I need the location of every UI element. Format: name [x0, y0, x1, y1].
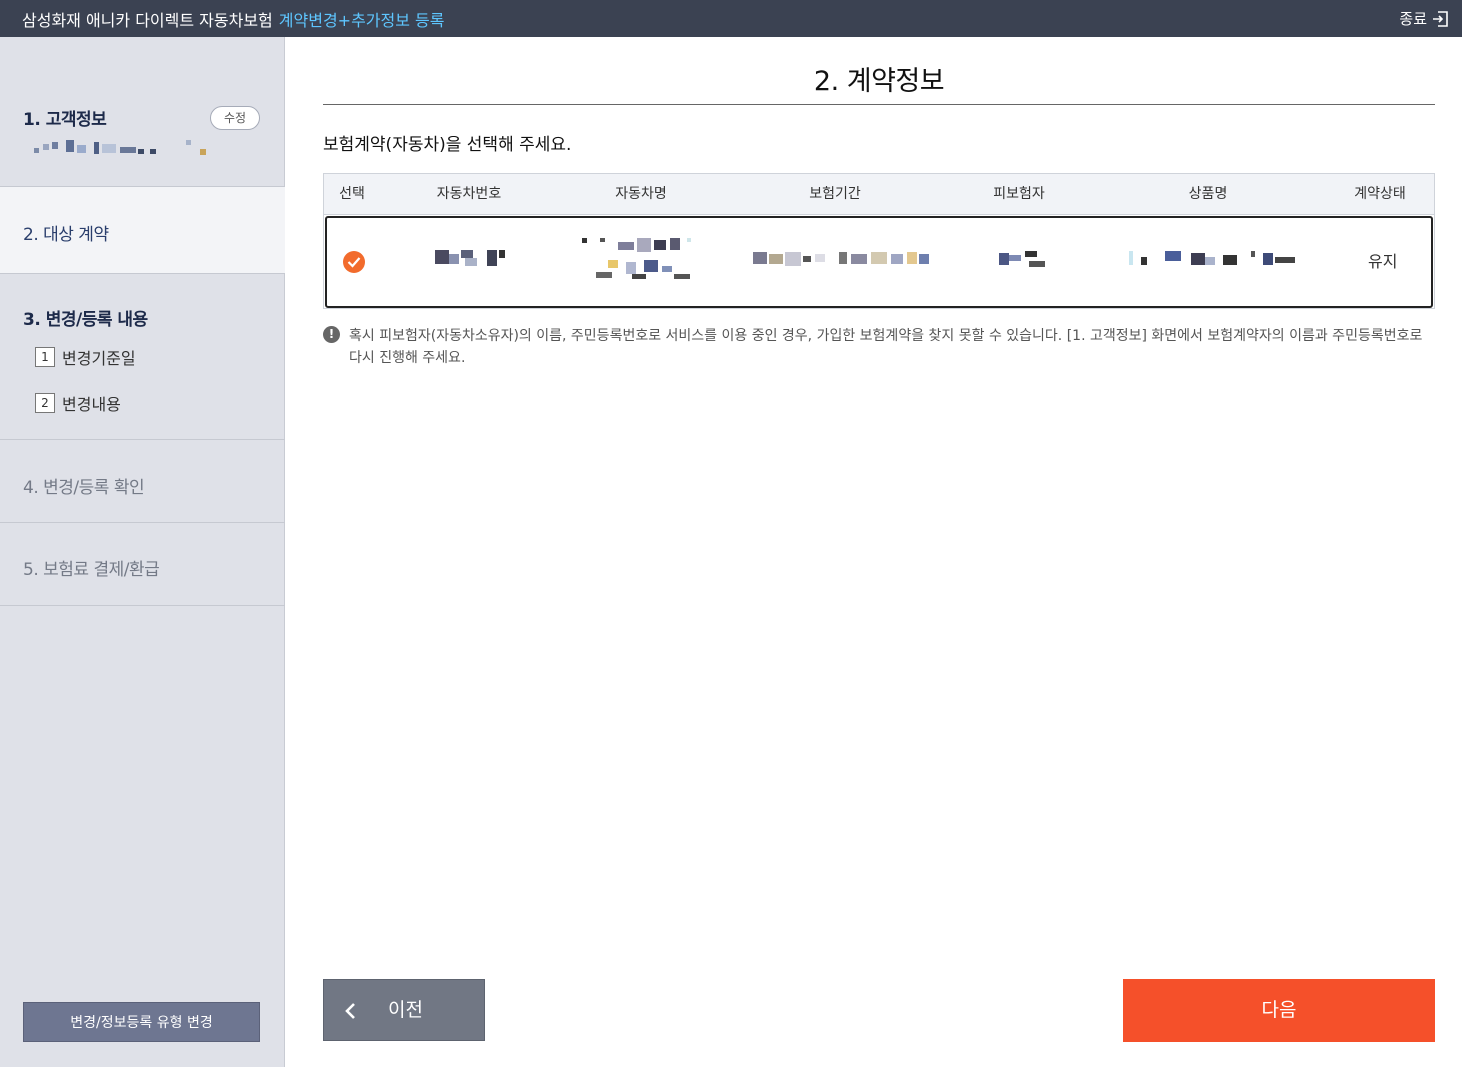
step-label: 1. 고객정보	[23, 110, 107, 130]
header-select: 선택	[339, 186, 365, 202]
contract-table: 선택 자동차번호 자동차명 보험기간 피보험자 상품명 계약상태 유지	[323, 173, 1435, 309]
warning-icon: !	[323, 326, 340, 343]
exit-icon	[1432, 10, 1448, 27]
exit-button[interactable]: 종료	[1399, 0, 1448, 37]
masked-car-number	[435, 248, 515, 270]
top-bar: 삼성화재 애니카 다이렉트 자동차보험 계약변경+추가정보 등록 종료	[0, 0, 1462, 37]
notice-message: 혹시 피보험자(자동차소유자)의 이름, 주민등록번호로 서비스를 이용 중인 …	[349, 328, 1423, 366]
sidebar-step-payment: 5. 보험료 결제/환급	[0, 523, 285, 606]
app-title: 삼성화재 애니카 다이렉트 자동차보험	[22, 10, 273, 30]
substep-number: 2	[35, 393, 55, 413]
prev-button-label: 이전	[388, 999, 423, 1021]
edit-button[interactable]: 수정	[210, 106, 260, 130]
change-type-button[interactable]: 변경/정보등록 유형 변경	[23, 1002, 260, 1042]
exit-label: 종료	[1399, 10, 1427, 28]
sidebar-step-change-content: 3. 변경/등록 내용 1 변경기준일 2 변경내용	[0, 274, 285, 440]
masked-customer-info	[34, 140, 206, 156]
sidebar-step-confirm: 4. 변경/등록 확인	[0, 440, 285, 523]
instruction-text: 보험계약(자동차)을 선택해 주세요.	[323, 135, 572, 155]
prev-button[interactable]: 이전	[323, 979, 485, 1041]
sidebar-step-target-contract[interactable]: 2. 대상 계약	[0, 187, 285, 274]
chevron-left-icon	[344, 1002, 356, 1025]
table-header: 선택 자동차번호 자동차명 보험기간 피보험자 상품명 계약상태	[324, 174, 1434, 215]
masked-car-name	[582, 238, 712, 282]
main-content: 2. 계약정보 보험계약(자동차)을 선택해 주세요. 선택 자동차번호 자동차…	[285, 37, 1462, 1067]
title-divider	[323, 104, 1435, 105]
sidebar-substep-change-detail[interactable]: 2 변경내용	[35, 391, 121, 415]
selected-check-icon[interactable]	[343, 251, 365, 273]
sidebar-step-customer-info: 1. 고객정보 수정	[0, 37, 285, 187]
header-car-number: 자동차번호	[436, 186, 502, 202]
substep-label: 변경내용	[62, 395, 121, 414]
header-insured: 피보험자	[993, 186, 1045, 202]
masked-insurance-period	[753, 250, 933, 268]
masked-product-name	[1129, 251, 1299, 269]
masked-insured	[999, 251, 1049, 269]
next-button[interactable]: 다음	[1123, 979, 1435, 1042]
step-label: 5. 보험료 결제/환급	[23, 560, 160, 580]
contract-status: 유지	[1368, 252, 1398, 271]
header-contract-status: 계약상태	[1354, 186, 1406, 202]
table-row[interactable]: 유지	[325, 216, 1433, 308]
header-product-name: 상품명	[1188, 186, 1228, 202]
step-label: 2. 대상 계약	[23, 225, 109, 245]
sidebar-substep-change-date[interactable]: 1 변경기준일	[35, 345, 136, 369]
header-car-name: 자동차명	[615, 186, 667, 202]
substep-number: 1	[35, 347, 55, 367]
header-insurance-period: 보험기간	[809, 186, 861, 202]
page-title: 2. 계약정보	[813, 66, 945, 97]
notice-text: ! 혹시 피보험자(자동차소유자)의 이름, 주민등록번호로 서비스를 이용 중…	[323, 325, 1435, 369]
substep-label: 변경기준일	[62, 349, 136, 368]
step-label: 3. 변경/등록 내용	[23, 310, 148, 330]
step-label: 4. 변경/등록 확인	[23, 478, 145, 498]
sidebar: 1. 고객정보 수정 2. 대상 계약 3. 변경/등록 내용 1 변경기준일 …	[0, 37, 285, 1067]
flow-title: 계약변경+추가정보 등록	[278, 10, 445, 30]
